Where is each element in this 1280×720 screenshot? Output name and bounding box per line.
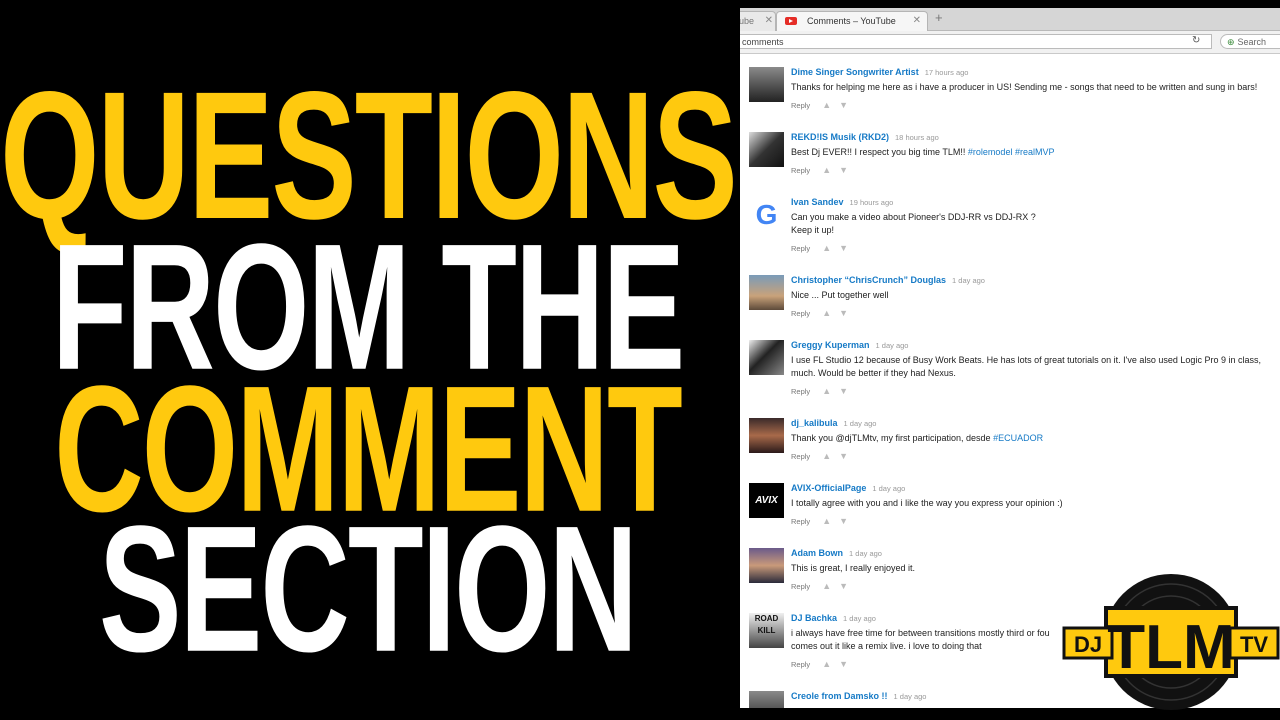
avatar[interactable] — [749, 418, 784, 453]
thumbs-up-icon[interactable]: ▲ — [822, 386, 831, 396]
thumbs-down-icon[interactable]: ▼ — [839, 243, 848, 253]
tab-comments[interactable]: Comments – YouTube ✕ — [776, 11, 928, 31]
comment-line: Thanks for helping me here as i have a p… — [791, 82, 1258, 92]
reply-button[interactable]: Reply — [791, 244, 810, 253]
close-icon[interactable]: ✕ — [913, 12, 921, 30]
thumbs-down-icon[interactable]: ▼ — [839, 308, 848, 318]
thumbs-up-icon[interactable]: ▲ — [822, 581, 831, 591]
search-field[interactable]: ⊕ Search — [1220, 34, 1280, 49]
search-icon: ⊕ — [1227, 37, 1235, 47]
tab-previous[interactable]: ube ✕ — [740, 11, 776, 31]
comment-text: Thanks for helping me here as i have a p… — [791, 81, 1280, 94]
comment-time[interactable]: 18 hours ago — [895, 133, 939, 142]
google-avatar[interactable]: G — [749, 197, 784, 232]
comment-time[interactable]: 1 day ago — [849, 549, 882, 558]
thumbs-up-icon[interactable]: ▲ — [822, 243, 831, 253]
thumbs-up-icon[interactable]: ▲ — [822, 165, 831, 175]
comment-author[interactable]: REKD!IS Musik (RKD2) — [791, 132, 889, 142]
reload-icon[interactable]: ↻ — [1192, 35, 1200, 46]
avatar[interactable] — [749, 132, 784, 167]
comment-author[interactable]: DJ Bachka — [791, 613, 837, 623]
thumbs-up-icon[interactable]: ▲ — [822, 516, 831, 526]
comment-time[interactable]: 1 day ago — [952, 276, 985, 285]
tab-comments-label: Comments – YouTube — [807, 16, 896, 26]
reply-button[interactable]: Reply — [791, 660, 810, 669]
reply-button[interactable]: Reply — [791, 582, 810, 591]
reply-button[interactable]: Reply — [791, 166, 810, 175]
tab-previous-label: ube — [740, 16, 755, 26]
comment-time[interactable]: 1 day ago — [876, 341, 909, 350]
new-tab-button[interactable]: + — [935, 10, 943, 25]
thumbs-down-icon[interactable]: ▼ — [839, 386, 848, 396]
reply-button[interactable]: Reply — [791, 309, 810, 318]
comment-text: I totally agree with you and i like the … — [791, 497, 1280, 510]
comment-time[interactable]: 17 hours ago — [925, 68, 969, 77]
thumbs-down-icon[interactable]: ▼ — [839, 659, 848, 669]
thumbs-up-icon[interactable]: ▲ — [822, 451, 831, 461]
comment-author[interactable]: Greggy Kuperman — [791, 340, 870, 350]
logo-dj-text: DJ — [1074, 632, 1102, 657]
hashtag-link[interactable]: #rolemodel #realMVP — [968, 147, 1055, 157]
comment-author[interactable]: dj_kalibula — [791, 418, 838, 428]
comment-line: Thank you @djTLMtv, my first participati… — [791, 433, 991, 443]
reply-button[interactable]: Reply — [791, 101, 810, 110]
comment-author[interactable]: AVIX-OfficialPage — [791, 483, 866, 493]
comment-line: Best Dj EVER!! I respect you big time TL… — [791, 147, 966, 157]
comment-line: Nice ... Put together well — [791, 290, 889, 300]
comment-author[interactable]: Christopher “ChrisCrunch” Douglas — [791, 275, 946, 285]
comment-text: Nice ... Put together well — [791, 289, 1280, 302]
avatar[interactable] — [749, 67, 784, 102]
logo-tlm-text: TLM — [1107, 613, 1234, 682]
thumbs-down-icon[interactable]: ▼ — [839, 100, 848, 110]
hashtag-link[interactable]: #ECUADOR — [993, 433, 1043, 443]
comment-time[interactable]: 1 day ago — [843, 614, 876, 623]
comment-author[interactable]: Adam Bown — [791, 548, 843, 558]
comment-author[interactable]: Ivan Sandev — [791, 197, 844, 207]
reply-button[interactable]: Reply — [791, 517, 810, 526]
youtube-icon — [785, 17, 797, 25]
avatar[interactable] — [749, 340, 784, 375]
close-icon[interactable]: ✕ — [765, 12, 773, 30]
comment-time[interactable]: 1 day ago — [844, 419, 877, 428]
reply-button[interactable]: Reply — [791, 452, 810, 461]
dj-tlm-tv-logo: DJ TLM TV — [1062, 574, 1280, 710]
logo-tv-text: TV — [1240, 632, 1268, 657]
thumbs-up-icon[interactable]: ▲ — [822, 100, 831, 110]
headline: QUESTIONS FROM THE COMMENT SECTION — [0, 0, 738, 720]
comment-line: Keep it up! — [791, 224, 835, 235]
thumbs-down-icon[interactable]: ▼ — [839, 581, 848, 591]
comment-line: Can you make a video about Pioneer's DDJ… — [791, 212, 1036, 222]
thumbs-down-icon[interactable]: ▼ — [839, 165, 848, 175]
comment-time[interactable]: 19 hours ago — [850, 198, 894, 207]
avatar[interactable]: AVIX — [749, 483, 784, 518]
thumbs-up-icon[interactable]: ▲ — [822, 659, 831, 669]
comment-time[interactable]: 1 day ago — [872, 484, 905, 493]
avatar[interactable] — [749, 275, 784, 310]
comment-author[interactable]: Creole from Damsko !! — [791, 691, 888, 701]
comment-text: I use FL Studio 12 because of Busy Work … — [791, 354, 1280, 379]
headline-line-4: SECTION — [98, 489, 638, 690]
thumbs-down-icon[interactable]: ▼ — [839, 516, 848, 526]
comment-text: Can you make a video about Pioneer's DDJ… — [791, 211, 1280, 236]
thumbs-up-icon[interactable]: ▲ — [822, 308, 831, 318]
reply-button[interactable]: Reply — [791, 387, 810, 396]
search-placeholder: Search — [1237, 37, 1267, 47]
comment-text: Thank you @djTLMtv, my first participati… — [791, 432, 1280, 445]
address-bar: comments ↻ ⊕ Search — [740, 31, 1280, 54]
url-field[interactable]: comments — [740, 34, 1212, 49]
comment-line: I totally agree with you and i like the … — [791, 498, 1063, 508]
comment-time[interactable]: 1 day ago — [894, 692, 927, 701]
avatar[interactable]: ROAD KILL — [749, 613, 784, 648]
comment-line: I use FL Studio 12 because of Busy Work … — [791, 355, 1261, 365]
tab-bar: ube ✕ Comments – YouTube ✕ + — [740, 8, 1280, 31]
comment-author[interactable]: Dime Singer Songwriter Artist — [791, 67, 919, 77]
avatar[interactable] — [749, 691, 784, 708]
comment-line: much. Would be better if they had Nexus. — [791, 367, 956, 378]
thumbs-down-icon[interactable]: ▼ — [839, 451, 848, 461]
comment-text: Best Dj EVER!! I respect you big time TL… — [791, 146, 1280, 159]
avatar[interactable] — [749, 548, 784, 583]
